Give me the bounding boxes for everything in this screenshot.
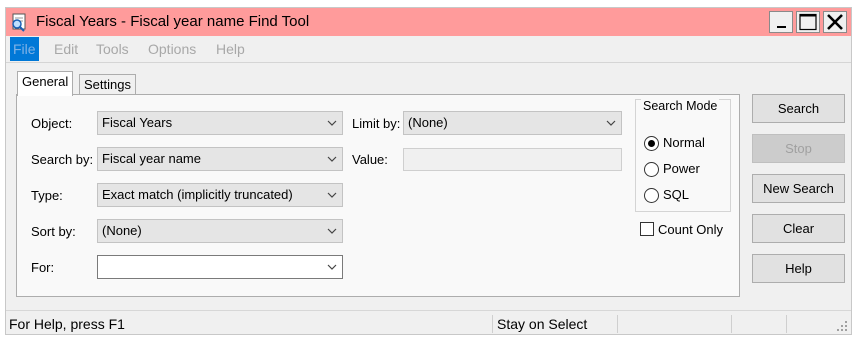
find-tool-window: Fiscal Years - Fiscal year name Find Too… (5, 7, 852, 335)
limit-by-select-value: (None) (408, 115, 448, 130)
radio-sql[interactable] (644, 188, 659, 203)
close-icon (827, 14, 843, 30)
status-bar: For Help, press F1 Stay on Select (6, 310, 851, 335)
count-only-label[interactable]: Count Only (658, 222, 723, 237)
sort-by-select[interactable]: (None) (97, 219, 343, 243)
radio-normal[interactable] (644, 136, 659, 151)
radio-power-label: Power (663, 161, 700, 176)
object-select[interactable]: Fiscal Years (97, 111, 343, 135)
chevron-down-icon (327, 120, 337, 126)
menu-tools[interactable]: Tools (93, 37, 132, 61)
status-divider (786, 315, 787, 333)
menu-options[interactable]: Options (145, 37, 199, 61)
search-button[interactable]: Search (752, 94, 845, 123)
chevron-down-icon (327, 192, 337, 198)
chevron-down-icon (327, 264, 337, 270)
tab-settings[interactable]: Settings (79, 74, 136, 96)
title-bar[interactable]: Fiscal Years - Fiscal year name Find Too… (6, 8, 851, 36)
menu-help[interactable]: Help (213, 37, 248, 61)
status-divider (492, 315, 493, 333)
sort-by-select-value: (None) (102, 223, 142, 238)
radio-sql-label: SQL (663, 187, 690, 202)
search-mode-title: Search Mode (641, 99, 720, 113)
clear-button[interactable]: Clear (752, 214, 845, 243)
help-button[interactable]: Help (752, 254, 845, 283)
chevron-down-icon (327, 228, 337, 234)
status-help-text: For Help, press F1 (9, 316, 125, 332)
new-search-button[interactable]: New Search (752, 174, 845, 203)
object-select-value: Fiscal Years (102, 115, 173, 130)
minimize-button[interactable] (769, 11, 793, 33)
count-only-checkbox[interactable] (640, 222, 654, 236)
search-by-select[interactable]: Fiscal year name (97, 147, 343, 171)
type-label: Type: (31, 188, 63, 203)
find-tool-icon (12, 13, 26, 32)
stop-button[interactable]: Stop (752, 134, 845, 163)
resize-grip-icon[interactable] (836, 320, 848, 332)
limit-by-select[interactable]: (None) (403, 111, 622, 135)
value-label: Value: (352, 152, 388, 167)
close-button[interactable] (823, 11, 847, 33)
search-by-label: Search by: (31, 152, 94, 167)
for-combo-input[interactable] (97, 255, 343, 279)
tab-general[interactable]: General (17, 71, 74, 96)
chevron-down-icon (327, 156, 337, 162)
status-divider (731, 315, 732, 333)
maximize-icon (799, 13, 817, 31)
menu-bar: File Edit Tools Options Help (6, 37, 851, 61)
radio-selected-dot (648, 140, 655, 147)
radio-normal-label: Normal (663, 135, 705, 150)
radio-power[interactable] (644, 162, 659, 177)
status-divider (617, 315, 618, 333)
sort-by-label: Sort by: (31, 224, 76, 239)
search-mode-group: Search Mode Normal Power SQL (635, 99, 731, 212)
limit-by-label: Limit by: (352, 116, 401, 131)
object-label: Object: (31, 116, 73, 131)
type-select-value: Exact match (implicitly truncated) (102, 187, 293, 202)
window-title: Fiscal Years - Fiscal year name Find Too… (36, 13, 310, 30)
type-select[interactable]: Exact match (implicitly truncated) (97, 183, 343, 207)
status-mode-text: Stay on Select (497, 316, 588, 332)
menu-file[interactable]: File (10, 37, 39, 61)
for-label: For: (31, 260, 55, 275)
value-field[interactable] (403, 148, 622, 171)
menu-edit[interactable]: Edit (51, 37, 81, 61)
maximize-button[interactable] (796, 11, 820, 33)
menu-divider (6, 62, 851, 63)
minimize-icon (777, 26, 786, 28)
search-by-select-value: Fiscal year name (102, 151, 201, 166)
chevron-down-icon (606, 120, 616, 126)
